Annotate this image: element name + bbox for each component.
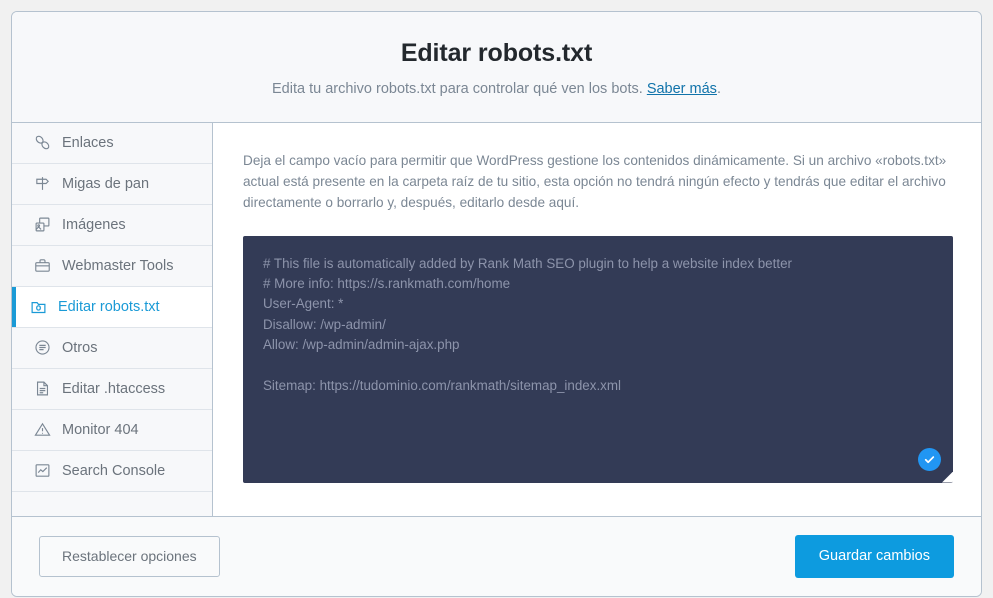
sidebar-item-imagenes[interactable]: Imágenes <box>12 204 212 246</box>
sidebar-item-otros[interactable]: Otros <box>12 327 212 369</box>
document-icon <box>34 380 51 397</box>
subtitle-period: . <box>716 81 721 98</box>
page-title: Editar robots.txt <box>400 39 593 67</box>
sidebar-item-webmaster-tools[interactable]: Webmaster Tools <box>12 245 212 287</box>
robots-file-icon <box>30 298 47 315</box>
subtitle-text: Edita tu archivo robots.txt para control… <box>272 81 647 98</box>
page-root: Editar robots.txt Edita tu archivo robot… <box>0 0 993 598</box>
warning-triangle-icon <box>34 421 51 438</box>
sidebar-item-label: Webmaster Tools <box>62 257 174 274</box>
sidebar-item-editar-robots-txt[interactable]: Editar robots.txt <box>12 286 212 328</box>
sidebar-item-label: Otros <box>62 339 98 356</box>
circle-lines-icon <box>34 339 51 356</box>
reset-options-button[interactable]: Restablecer opciones <box>39 535 220 577</box>
signpost-icon <box>34 175 51 192</box>
images-icon <box>34 216 51 233</box>
save-changes-button[interactable]: Guardar cambios <box>794 534 954 578</box>
sidebar-item-label: Search Console <box>62 462 166 479</box>
link-icon <box>34 134 51 151</box>
page-subtitle: Edita tu archivo robots.txt para control… <box>32 79 961 99</box>
robots-editor[interactable]: # This file is automatically added by Ra… <box>243 235 953 483</box>
sidebar-item-monitor-404[interactable]: Monitor 404 <box>12 409 212 451</box>
card-header: Editar robots.txt Edita tu archivo robot… <box>12 12 981 123</box>
card-footer: Restablecer opciones Guardar cambios <box>12 515 981 596</box>
robots-description: Deja el campo vacío para permitir que Wo… <box>243 152 947 211</box>
sidebar-item-editar-htaccess[interactable]: Editar .htaccess <box>12 368 212 410</box>
valid-check-icon <box>918 447 941 471</box>
sidebar-item-migas-de-pan[interactable]: Migas de pan <box>12 163 212 205</box>
line-chart-icon <box>34 462 51 479</box>
sidebar-item-label: Imágenes <box>62 216 126 233</box>
sidebar-item-label: Editar .htaccess <box>62 380 166 397</box>
sidebar-item-label: Editar robots.txt <box>58 298 160 315</box>
sidebar-item-label: Migas de pan <box>62 175 150 192</box>
robots-settings-card: Editar robots.txt Edita tu archivo robot… <box>11 11 982 597</box>
settings-content: Deja el campo vacío para permitir que Wo… <box>213 122 981 516</box>
sidebar-item-label: Monitor 404 <box>62 421 139 438</box>
sidebar-item-search-console[interactable]: Search Console <box>12 450 212 492</box>
editor-resize-handle[interactable] <box>942 471 953 483</box>
briefcase-icon <box>34 257 51 274</box>
learn-more-link[interactable]: Saber más <box>647 81 717 97</box>
sidebar-item-enlaces[interactable]: Enlaces <box>12 122 212 164</box>
robots-editor-code[interactable]: # This file is automatically added by Ra… <box>243 236 953 415</box>
sidebar-filler <box>12 491 212 502</box>
card-body: Enlaces Migas de pan Imágenes Webmaster … <box>12 122 981 516</box>
settings-sidebar: Enlaces Migas de pan Imágenes Webmaster … <box>12 122 213 516</box>
sidebar-item-label: Enlaces <box>62 134 114 151</box>
